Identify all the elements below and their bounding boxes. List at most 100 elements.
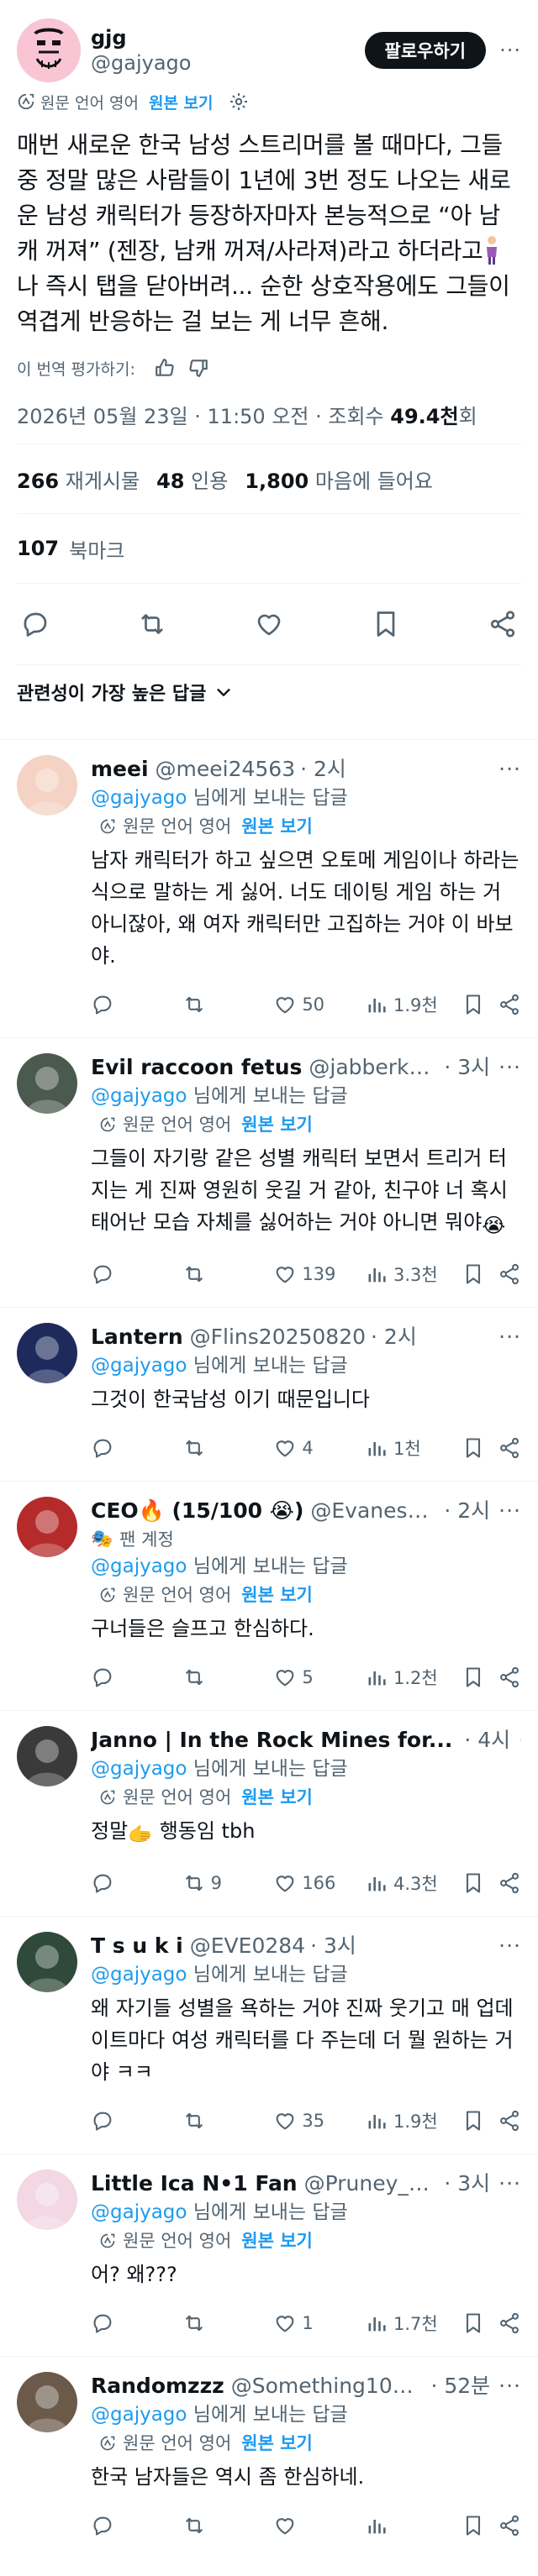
replying-to-handle[interactable]: @gajyago (91, 1758, 187, 1780)
reply-time[interactable]: · 2시 (444, 1497, 490, 1525)
author-name[interactable]: gjg (91, 25, 365, 50)
share-button[interactable] (498, 1871, 521, 1895)
show-original-link[interactable]: 원본 보기 (149, 91, 214, 113)
reply-author-handle[interactable]: @EVE0284 (190, 1932, 305, 1960)
reply-time[interactable]: · 52분 (430, 2372, 490, 2400)
reply-button[interactable] (91, 2514, 182, 2537)
like-button[interactable]: 50 (273, 993, 365, 1016)
reply-author-name[interactable]: CEO🔥 (15/100 😭) (91, 1497, 303, 1525)
reply-item[interactable]: meei @meei24563 · 2시 ··· @gajyago 님에게 보내… (0, 739, 538, 1037)
replying-to-handle[interactable]: @gajyago (91, 1085, 187, 1107)
reply-button[interactable] (91, 993, 182, 1016)
bookmark-stat[interactable]: 107 북마크 (17, 514, 521, 583)
views-button[interactable]: 1천 (365, 1435, 462, 1461)
like-button[interactable]: 4 (273, 1436, 365, 1460)
reply-time[interactable]: · 3시 (444, 2169, 490, 2198)
reply-author-name[interactable]: Evil raccoon fetus (91, 1053, 302, 1082)
more-options-icon[interactable]: ··· (490, 1497, 521, 1525)
retweet-button[interactable] (182, 1262, 274, 1286)
bookmark-icon[interactable] (371, 609, 401, 639)
reply-time[interactable]: · 3시 (310, 1932, 356, 1960)
reply-author-handle[interactable]: @Pruney_finger (304, 2169, 440, 2198)
avatar[interactable] (17, 755, 77, 816)
like-button[interactable] (273, 2514, 365, 2537)
avatar[interactable] (17, 2169, 77, 2230)
reply-author-handle[interactable]: @meei24563 (156, 755, 296, 784)
share-button[interactable] (498, 1262, 521, 1286)
reply-sort-dropdown[interactable]: 관련성이 가장 높은 답글 (0, 665, 538, 719)
reply-author-handle[interactable]: @Flins20250820 (190, 1323, 366, 1351)
reply-time[interactable]: · 4시 (464, 1726, 510, 1755)
reply-button[interactable] (91, 2109, 182, 2133)
show-original-link[interactable]: 원본 보기 (241, 1581, 313, 1609)
reply-author-name[interactable]: Lantern (91, 1323, 183, 1351)
more-options-icon[interactable]: ··· (490, 2372, 521, 2400)
gear-icon[interactable] (229, 92, 249, 112)
share-button[interactable] (498, 1666, 521, 1689)
repost-stat[interactable]: 266 재게시물 (17, 464, 140, 494)
share-button[interactable] (498, 2311, 521, 2335)
retweet-button[interactable] (182, 1436, 274, 1460)
like-button[interactable]: 35 (273, 2109, 365, 2133)
show-original-link[interactable]: 원본 보기 (241, 2227, 313, 2255)
reply-item[interactable]: Janno | In the Rock Mines for... · 4시 ··… (0, 1710, 538, 1916)
show-original-link[interactable]: 원본 보기 (241, 1110, 313, 1139)
like-button[interactable]: 139 (273, 1262, 365, 1286)
reply-item[interactable]: Lantern @Flins20250820 · 2시 ··· @gajyago… (0, 1307, 538, 1481)
avatar[interactable] (17, 1053, 77, 1114)
avatar[interactable] (17, 1726, 77, 1786)
like-icon[interactable] (254, 609, 284, 639)
reply-item[interactable]: Randomzzz @Something102... · 52분 ··· @ga… (0, 2356, 538, 2558)
reply-author-name[interactable]: Janno | In the Rock Mines for... (91, 1726, 452, 1755)
reply-author-name[interactable]: meei (91, 755, 149, 784)
reply-author-name[interactable]: Little Ica N•1 Fan (91, 2169, 298, 2198)
share-button[interactable] (498, 2514, 521, 2537)
bookmark-button[interactable] (462, 993, 498, 1016)
like-button[interactable]: 5 (273, 1666, 365, 1689)
reply-item[interactable]: Little Ica N•1 Fan @Pruney_finger · 3시 ·… (0, 2154, 538, 2356)
bookmark-button[interactable] (462, 2109, 498, 2133)
reply-button[interactable] (91, 2311, 182, 2335)
retweet-button[interactable] (182, 2311, 274, 2335)
bookmark-button[interactable] (462, 1871, 498, 1895)
replying-to-handle[interactable]: @gajyago (91, 787, 187, 809)
views-button[interactable]: 1.9천 (365, 992, 462, 1017)
reply-button[interactable] (91, 1262, 182, 1286)
views-button[interactable]: 4.3천 (365, 1870, 462, 1896)
timestamp[interactable]: 2026년 05월 23일 · 11:50 오전 · 조회수 (17, 405, 384, 428)
like-button[interactable]: 166 (273, 1871, 365, 1895)
replying-to-handle[interactable]: @gajyago (91, 1556, 187, 1577)
replying-to-handle[interactable]: @gajyago (91, 2201, 187, 2223)
retweet-button[interactable]: 9 (182, 1871, 274, 1895)
reply-author-handle[interactable]: @jabberk1tty (309, 1053, 439, 1082)
bookmark-button[interactable] (462, 1262, 498, 1286)
bookmark-button[interactable] (462, 1436, 498, 1460)
reply-time[interactable]: · 2시 (300, 755, 346, 784)
avatar[interactable] (17, 1497, 77, 1557)
reply-author-handle[interactable]: @Evanesci... (310, 1497, 439, 1525)
reply-button[interactable] (91, 1871, 182, 1895)
reply-time[interactable]: · 2시 (371, 1323, 417, 1351)
reply-item[interactable]: CEO🔥 (15/100 😭) @Evanesci... · 2시 ··· 🎭 … (0, 1481, 538, 1710)
share-button[interactable] (498, 993, 521, 1016)
avatar[interactable] (17, 1323, 77, 1383)
avatar[interactable] (17, 2372, 77, 2432)
views-button[interactable]: 3.3천 (365, 1262, 462, 1287)
show-original-link[interactable]: 원본 보기 (241, 812, 313, 841)
reply-author-handle[interactable]: @Something102... (231, 2372, 426, 2400)
like-button[interactable]: 1 (273, 2311, 365, 2335)
follow-button[interactable]: 팔로우하기 (364, 32, 487, 69)
retweet-button[interactable] (182, 2109, 274, 2133)
show-original-link[interactable]: 원본 보기 (241, 1783, 313, 1812)
reply-author-name[interactable]: T s u k i (91, 1932, 183, 1960)
retweet-button[interactable] (182, 2514, 274, 2537)
replying-to-handle[interactable]: @gajyago (91, 1355, 187, 1377)
share-icon[interactable] (488, 609, 518, 639)
bookmark-button[interactable] (462, 1666, 498, 1689)
reply-item[interactable]: Evil raccoon fetus @jabberk1tty · 3시 ···… (0, 1037, 538, 1307)
bookmark-button[interactable] (462, 2311, 498, 2335)
reply-icon[interactable] (20, 609, 50, 639)
views-button[interactable] (365, 2514, 462, 2537)
author-handle[interactable]: @gajyago (91, 50, 365, 76)
reply-author-name[interactable]: Randomzzz (91, 2372, 224, 2400)
